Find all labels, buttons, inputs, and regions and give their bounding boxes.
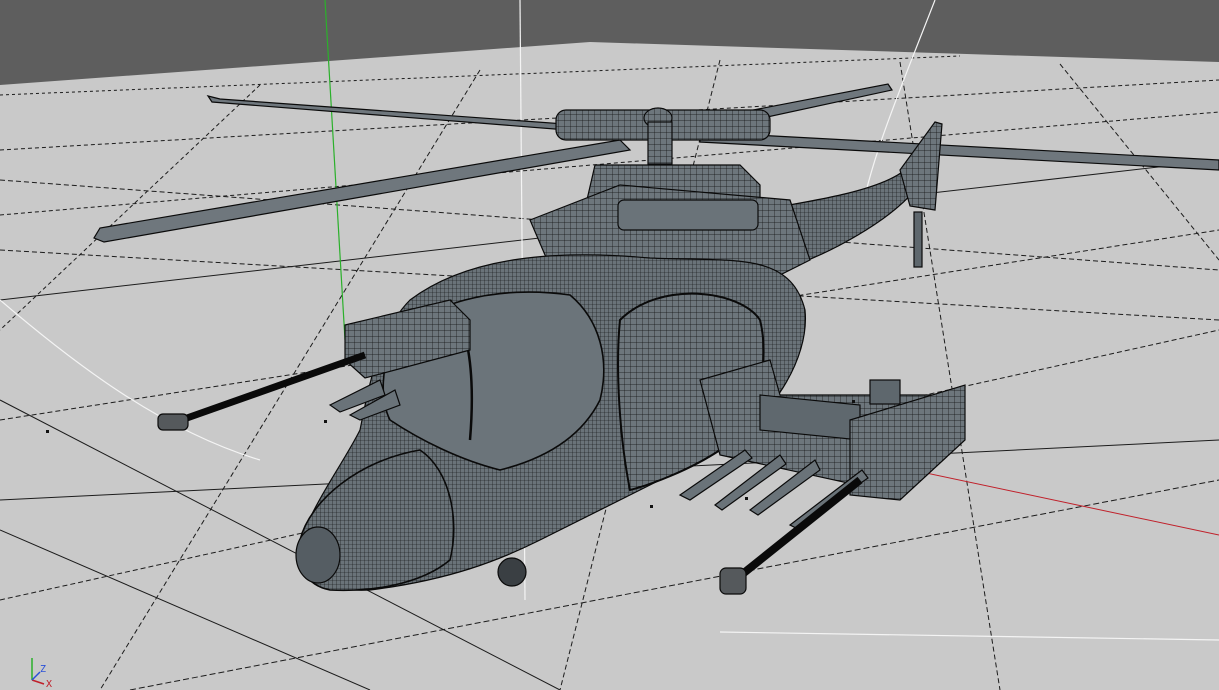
gizmo-x-label: X — [46, 679, 52, 688]
axis-gizmo: Z X — [31, 658, 52, 688]
landing-wheel — [497, 557, 527, 587]
gizmo-x-axis — [31, 679, 45, 685]
3d-viewport[interactable]: Z X — [0, 0, 1219, 690]
tail-rotor[interactable] — [913, 211, 923, 268]
gizmo-z-label: Z — [40, 664, 46, 675]
gizmo-z-axis — [31, 671, 41, 681]
viewport-scene[interactable] — [0, 0, 1219, 690]
